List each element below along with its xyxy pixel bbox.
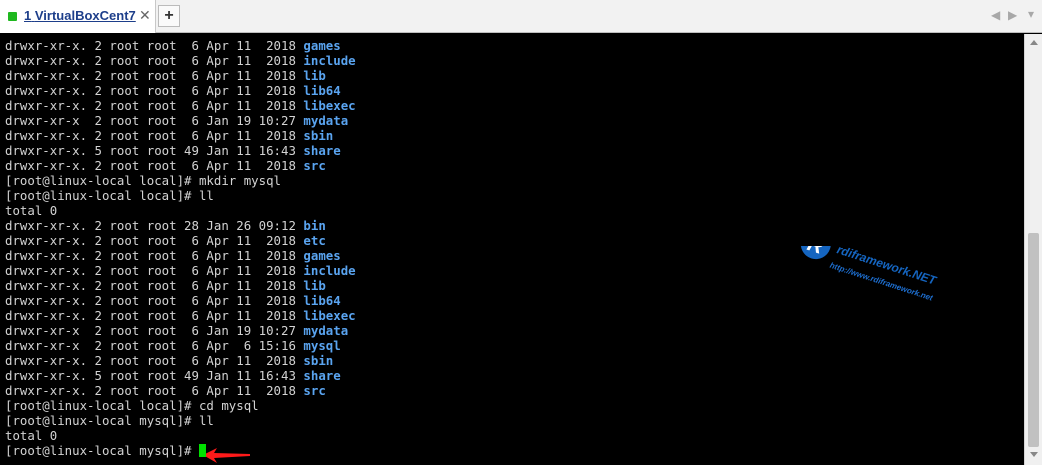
directory-name: lib — [303, 278, 326, 293]
tab-bar: 1 VirtualBoxCent7 ✕ + ◀ ▶ ▾ — [0, 0, 1042, 33]
line-text: drwxr-xr-x. 2 root root 6 Apr 11 2018 — [5, 53, 304, 68]
directory-name: share — [303, 143, 341, 158]
line-text: drwxr-xr-x. 2 root root 6 Apr 11 2018 — [5, 98, 304, 113]
line-text: drwxr-xr-x. 5 root root 49 Jan 11 16:43 — [5, 143, 304, 158]
session-status-icon — [8, 12, 17, 21]
directory-name: include — [303, 53, 356, 68]
terminal-line: drwxr-xr-x. 2 root root 6 Apr 11 2018 in… — [5, 53, 356, 68]
terminal-line: [root@linux-local mysql]# — [5, 443, 206, 458]
terminal-line: [root@linux-local local]# ll — [5, 188, 214, 203]
line-text: drwxr-xr-x 2 root root 6 Jan 19 10:27 — [5, 323, 304, 338]
line-text: drwxr-xr-x 2 root root 6 Apr 6 15:16 — [5, 338, 304, 353]
terminal-line: drwxr-xr-x. 2 root root 6 Apr 11 2018 sb… — [5, 353, 333, 368]
terminal-line: drwxr-xr-x. 2 root root 6 Apr 11 2018 in… — [5, 263, 356, 278]
line-text: drwxr-xr-x. 2 root root 6 Apr 11 2018 — [5, 248, 304, 263]
red-arrow-icon — [203, 448, 250, 463]
directory-name: share — [303, 368, 341, 383]
line-text: [root@linux-local local]# ll — [5, 188, 214, 203]
line-text: drwxr-xr-x. 2 root root 6 Apr 11 2018 — [5, 263, 304, 278]
directory-name: src — [303, 158, 326, 173]
close-tab-icon[interactable]: ✕ — [139, 7, 151, 24]
line-text: drwxr-xr-x. 2 root root 6 Apr 11 2018 — [5, 83, 304, 98]
terminal-line: drwxr-xr-x. 2 root root 6 Apr 11 2018 ga… — [5, 248, 341, 263]
line-text: drwxr-xr-x. 2 root root 6 Apr 11 2018 — [5, 383, 304, 398]
tab-menu-icon[interactable]: ▾ — [1028, 7, 1034, 21]
line-text: drwxr-xr-x. 2 root root 6 Apr 11 2018 — [5, 353, 304, 368]
terminal-line: drwxr-xr-x. 5 root root 49 Jan 11 16:43 … — [5, 368, 341, 383]
terminal-line: drwxr-xr-x. 2 root root 6 Apr 11 2018 li… — [5, 293, 341, 308]
directory-name: mysql — [303, 338, 341, 353]
directory-name: libexec — [303, 308, 356, 323]
line-text: total 0 — [5, 428, 58, 443]
terminal-line: drwxr-xr-x. 2 root root 6 Apr 11 2018 ga… — [5, 38, 341, 53]
line-text: drwxr-xr-x. 2 root root 6 Apr 11 2018 — [5, 278, 304, 293]
terminal-line: drwxr-xr-x. 2 root root 6 Apr 11 2018 li… — [5, 68, 326, 83]
directory-name: lib64 — [303, 293, 341, 308]
line-text: drwxr-xr-x. 2 root root 6 Apr 11 2018 — [5, 38, 304, 53]
line-text: drwxr-xr-x. 2 root root 6 Apr 11 2018 — [5, 233, 304, 248]
directory-name: lib — [303, 68, 326, 83]
terminal-line: drwxr-xr-x. 2 root root 6 Apr 11 2018 sb… — [5, 128, 333, 143]
terminal-line: drwxr-xr-x. 2 root root 28 Jan 26 09:12 … — [5, 218, 326, 233]
terminal-line: total 0 — [5, 203, 57, 218]
line-text: drwxr-xr-x. 2 root root 6 Apr 11 2018 — [5, 308, 304, 323]
session-tab[interactable]: 1 VirtualBoxCent7 ✕ — [0, 0, 156, 33]
terminal-line: drwxr-xr-x 2 root root 6 Apr 6 15:16 mys… — [5, 338, 341, 353]
terminal-line: [root@linux-local local]# cd mysql — [5, 398, 259, 413]
terminal-line: drwxr-xr-x. 5 root root 49 Jan 11 16:43 … — [5, 143, 341, 158]
line-text: drwxr-xr-x 2 root root 6 Jan 19 10:27 — [5, 113, 304, 128]
terminal-line: drwxr-xr-x. 2 root root 6 Apr 11 2018 li… — [5, 278, 326, 293]
line-text: drwxr-xr-x. 2 root root 6 Apr 11 2018 — [5, 158, 304, 173]
line-text: total 0 — [5, 203, 58, 218]
terminal-line: drwxr-xr-x. 2 root root 6 Apr 11 2018 et… — [5, 233, 326, 248]
directory-name: bin — [303, 218, 326, 233]
directory-name: etc — [303, 233, 326, 248]
terminal-line: drwxr-xr-x. 2 root root 6 Apr 11 2018 li… — [5, 98, 356, 113]
scrollbar-thumb[interactable] — [1028, 233, 1039, 447]
directory-name: mydata — [303, 323, 349, 338]
scroll-tabs-left-icon[interactable]: ◀ — [991, 8, 1000, 22]
terminal-cursor — [198, 444, 206, 457]
terminal-line: drwxr-xr-x. 2 root root 6 Apr 11 2018 sr… — [5, 158, 326, 173]
line-text: drwxr-xr-x. 2 root root 28 Jan 26 09:12 — [5, 218, 304, 233]
directory-name: sbin — [303, 128, 334, 143]
scroll-tabs-right-icon[interactable]: ▶ — [1008, 8, 1017, 22]
terminal-line: drwxr-xr-x 2 root root 6 Jan 19 10:27 my… — [5, 113, 348, 128]
directory-name: include — [303, 263, 356, 278]
scroll-up-arrow-icon[interactable] — [1030, 40, 1038, 45]
directory-name: lib64 — [303, 83, 341, 98]
terminal-line: drwxr-xr-x. 2 root root 6 Apr 11 2018 li… — [5, 308, 356, 323]
terminal-line: [root@linux-local local]# mkdir mysql — [5, 173, 281, 188]
directory-name: mydata — [303, 113, 349, 128]
session-tab-title[interactable]: 1 VirtualBoxCent7 — [24, 8, 136, 23]
directory-name: libexec — [303, 98, 356, 113]
directory-name: sbin — [303, 353, 334, 368]
terminal-line: drwxr-xr-x. 2 root root 6 Apr 11 2018 li… — [5, 83, 341, 98]
terminal-line: [root@linux-local mysql]# ll — [5, 413, 214, 428]
line-text: [root@linux-local mysql]# — [5, 443, 199, 458]
watermark-logo: R rdiframework.NET http://www.rdiframewo… — [800, 246, 939, 303]
terminal-line: total 0 — [5, 428, 57, 443]
directory-name: games — [303, 248, 341, 263]
directory-name: src — [303, 383, 326, 398]
terminal-line: drwxr-xr-x. 2 root root 6 Apr 11 2018 sr… — [5, 383, 326, 398]
line-text: [root@linux-local local]# mkdir mysql — [5, 173, 282, 188]
line-text: [root@linux-local local]# cd mysql — [5, 398, 259, 413]
add-tab-button[interactable]: + — [158, 5, 180, 27]
line-text: drwxr-xr-x. 2 root root 6 Apr 11 2018 — [5, 293, 304, 308]
line-text: drwxr-xr-x. 5 root root 49 Jan 11 16:43 — [5, 368, 304, 383]
scroll-down-arrow-icon[interactable] — [1030, 452, 1038, 457]
line-text: drwxr-xr-x. 2 root root 6 Apr 11 2018 — [5, 128, 304, 143]
directory-name: games — [303, 38, 341, 53]
terminal-scrollbar[interactable] — [1024, 34, 1042, 465]
line-text: drwxr-xr-x. 2 root root 6 Apr 11 2018 — [5, 68, 304, 83]
line-text: [root@linux-local mysql]# ll — [5, 413, 214, 428]
terminal-line: drwxr-xr-x 2 root root 6 Jan 19 10:27 my… — [5, 323, 348, 338]
terminal-output[interactable]: R rdiframework.NET http://www.rdiframewo… — [0, 34, 1024, 465]
